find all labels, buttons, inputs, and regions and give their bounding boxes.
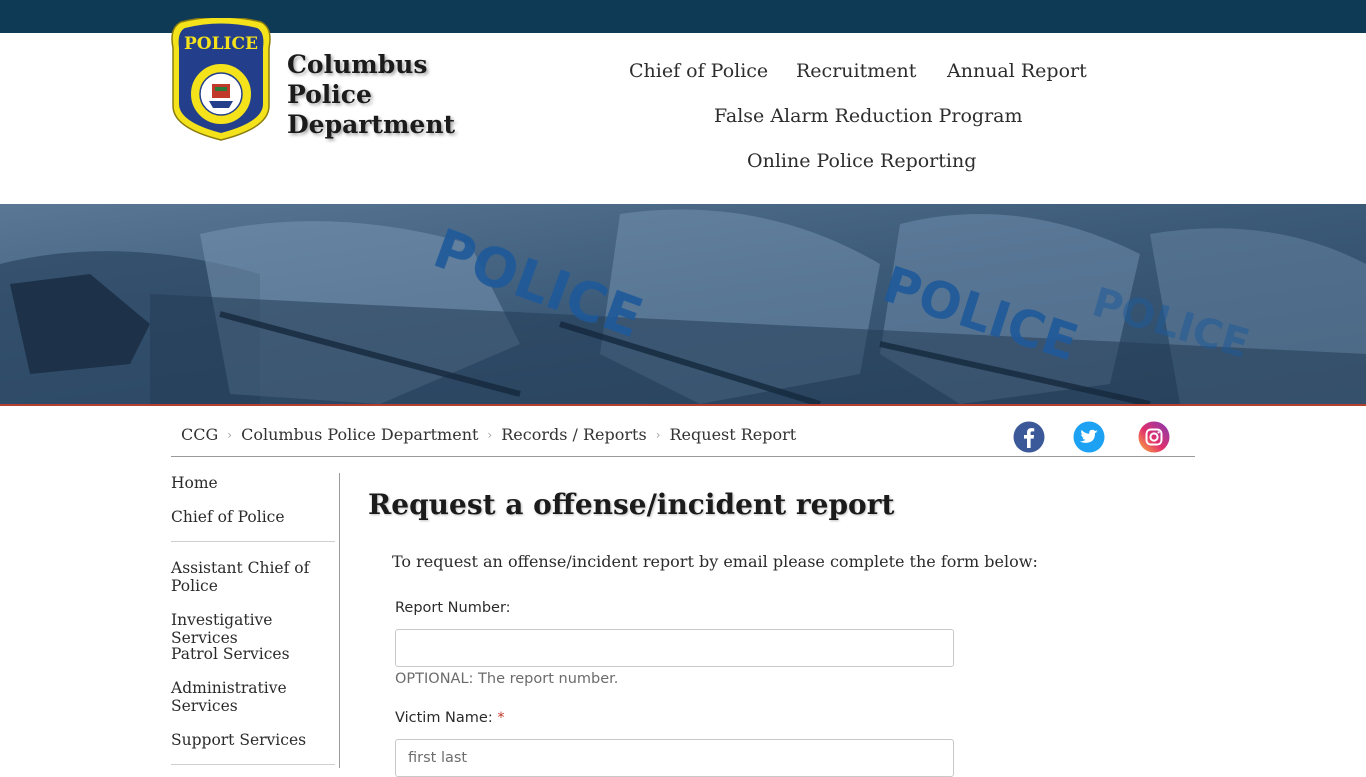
victim-name-input[interactable] — [395, 739, 954, 777]
victim-name-label-text: Victim Name: — [395, 710, 493, 726]
nav-recruitment[interactable]: Recruitment — [796, 60, 916, 82]
page-title: Request a offense/incident report — [368, 488, 895, 521]
twitter-icon[interactable] — [1073, 421, 1105, 453]
site-title-line-1: Columbus Police — [287, 50, 428, 109]
sidebar-item-home[interactable]: Home — [171, 474, 336, 492]
report-number-label: Report Number: — [395, 600, 511, 616]
breadcrumb-divider — [171, 456, 1195, 457]
facebook-icon[interactable] — [1013, 421, 1045, 453]
required-marker: * — [497, 710, 505, 726]
sidebar-item-support-services[interactable]: Support Services — [171, 731, 336, 749]
hero-accent-line — [0, 404, 1366, 406]
breadcrumb-separator: › — [227, 428, 233, 442]
report-number-input[interactable] — [395, 629, 954, 667]
sidebar-item-administrative-services[interactable]: Administrative Services — [171, 679, 336, 715]
sidebar-item-chief-of-police[interactable]: Chief of Police — [171, 508, 336, 526]
nav-annual-report[interactable]: Annual Report — [947, 60, 1087, 82]
breadcrumb-ccg[interactable]: CCG — [181, 425, 218, 444]
sidebar-divider — [171, 541, 335, 542]
sidebar-border — [339, 473, 340, 768]
nav-online-police-reporting[interactable]: Online Police Reporting — [747, 150, 976, 172]
sidebar-item-patrol-services[interactable]: Patrol Services — [171, 645, 336, 663]
instagram-icon[interactable] — [1138, 421, 1170, 453]
breadcrumb-records-reports[interactable]: Records / Reports — [501, 425, 646, 444]
badge-text: POLICE — [184, 34, 258, 54]
sidebar-item-assistant-chief[interactable]: Assistant Chief of Police — [171, 559, 336, 595]
site-title-line-2: Department — [287, 110, 456, 139]
breadcrumb: CCG › Columbus Police Department › Records /… — [181, 425, 796, 447]
site-title[interactable]: Columbus Police Department — [287, 50, 507, 140]
hero-image: POLICE POLICE POLICE — [0, 204, 1366, 404]
breadcrumb-current: Request Report — [669, 425, 797, 444]
nav-chief-of-police[interactable]: Chief of Police — [629, 60, 768, 82]
nav-false-alarm-reduction[interactable]: False Alarm Reduction Program — [714, 105, 1023, 127]
victim-name-label: Victim Name: * — [395, 710, 505, 726]
sidebar-divider — [171, 764, 335, 765]
police-badge-logo[interactable]: POLICE — [171, 18, 271, 142]
hero-banner: POLICE POLICE POLICE — [0, 204, 1366, 404]
breadcrumb-separator: › — [487, 428, 493, 442]
intro-text: To request an offense/incident report by… — [392, 552, 1038, 571]
sidebar-item-investigative-services[interactable]: Investigative Services — [171, 611, 336, 647]
breadcrumb-police-department[interactable]: Columbus Police Department — [241, 425, 478, 444]
report-number-help: OPTIONAL: The report number. — [395, 671, 619, 687]
breadcrumb-separator: › — [655, 428, 661, 442]
